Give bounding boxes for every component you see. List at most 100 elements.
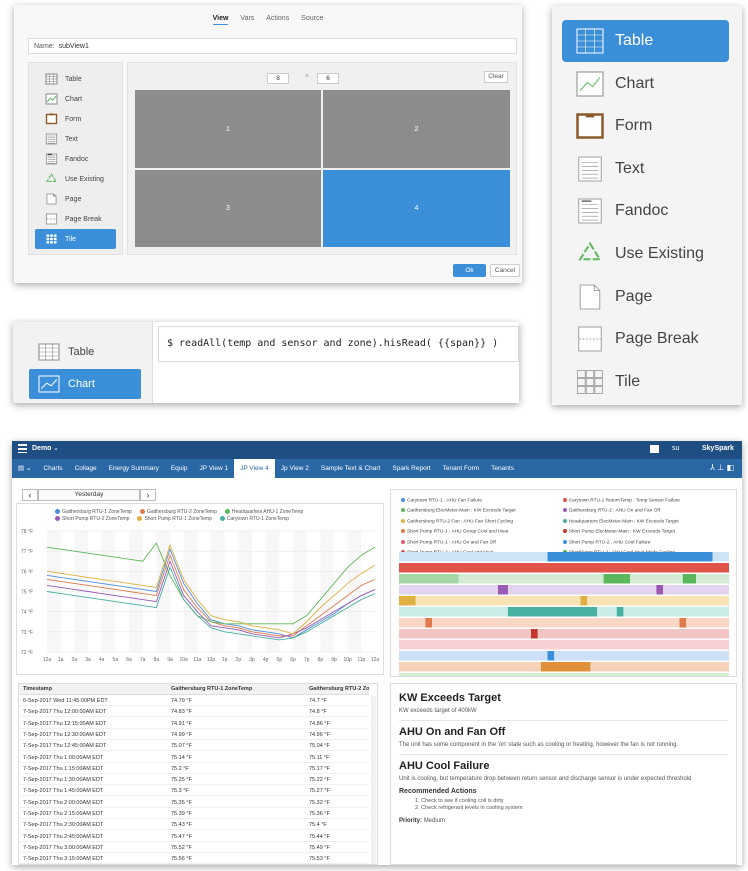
menu-icon[interactable] xyxy=(18,444,27,453)
table-row[interactable]: 7-Sep-2017 Thu 1:30:00AM EDT 75.25 °F 75.2… xyxy=(19,775,369,786)
name-field[interactable]: Name: subView1 xyxy=(28,38,517,54)
table-row[interactable]: 7-Sep-2017 Thu 2:30:00AM EDT 75.43 °F 75.4… xyxy=(19,820,369,831)
tab-source[interactable]: Source xyxy=(301,15,323,24)
tab-actions[interactable]: Actions xyxy=(266,15,289,24)
tile-1[interactable]: 1 xyxy=(135,90,321,168)
nav-tab-equip[interactable]: Equip xyxy=(165,459,194,478)
alarm-segment[interactable] xyxy=(507,607,597,617)
table-row[interactable]: 7-Sep-2017 Thu 12:00:00AM EDT 74.83 °F 74.… xyxy=(19,707,369,718)
zoom-menu-item-text[interactable]: Text xyxy=(562,148,729,190)
nav-tab-charts[interactable]: Charts xyxy=(37,459,68,478)
nav-tab-jp-view-4[interactable]: JP View 4 xyxy=(234,459,275,478)
alarm-segment[interactable] xyxy=(540,662,591,672)
table-row[interactable]: 7-Sep-2017 Thu 2:00:00AM EDT 75.35 °F 75.3… xyxy=(19,798,369,808)
alarm-segment[interactable] xyxy=(531,629,538,639)
zoom-menu-item-table[interactable]: Table xyxy=(562,20,729,62)
cancel-button[interactable]: Cancel xyxy=(490,264,520,277)
menu-item-use-existing[interactable]: Use Existing xyxy=(35,169,116,189)
table-row[interactable]: 7-Sep-2017 Thu 3:15:00AM EDT 75.56 °F 75.5… xyxy=(19,854,369,865)
zoom-menu-item-tile[interactable]: Tile xyxy=(562,361,729,403)
date-selector[interactable]: Yesterday xyxy=(38,489,140,501)
table-row[interactable]: 7-Sep-2017 Thu 1:45:00AM EDT 75.3 °F 75.27… xyxy=(19,786,369,797)
tool-icons[interactable]: ⅄ ⊥ ◧ xyxy=(710,463,734,472)
timeline-row xyxy=(399,585,729,595)
zoom-menu-item-chart[interactable]: Chart xyxy=(562,63,729,105)
alarm-segment[interactable] xyxy=(399,673,729,676)
clear-button[interactable]: Clear xyxy=(484,71,508,83)
zoom-menu-item-use-existing[interactable]: Use Existing xyxy=(562,233,729,275)
fandoc-icon xyxy=(45,153,58,165)
alarm-segment[interactable] xyxy=(580,596,588,606)
zoom-menu-item-page-break[interactable]: Page Break xyxy=(562,318,729,360)
table-row[interactable]: 7-Sep-2017 Thu 12:45:00AM EDT 75.07 °F 75.… xyxy=(19,741,369,752)
nav-tab-jp-view-2[interactable]: Jp View 2 xyxy=(275,459,315,478)
nav-tab-sample-text-chart[interactable]: Sample Text & Chart xyxy=(315,459,387,478)
table-row[interactable]: 7-Sep-2017 Thu 2:15:00AM EDT 75.39 °F 75.3… xyxy=(19,809,369,819)
alarm-segment[interactable] xyxy=(399,563,729,573)
nav-tab-tenants[interactable]: Tenants xyxy=(485,459,520,478)
column-header[interactable]: Gaithersburg RTU-1 ZoneTemp xyxy=(171,684,252,694)
date-prev-button[interactable]: ‹ xyxy=(22,489,38,501)
tab-vars[interactable]: Vars xyxy=(240,15,254,24)
table-cell: 75.25 °F xyxy=(171,777,192,784)
alarm-segment[interactable] xyxy=(679,618,687,628)
menu-item-chart[interactable]: Chart xyxy=(35,89,116,109)
app-menu-icon[interactable]: ▤ ⌄ xyxy=(12,459,37,478)
apps-icon[interactable] xyxy=(650,445,659,453)
column-header[interactable]: Timestamp xyxy=(23,684,52,694)
menu-item-page[interactable]: Page xyxy=(35,189,116,209)
zoom-menu-item-form[interactable]: Form xyxy=(562,105,729,147)
alarm-segment[interactable] xyxy=(603,574,630,584)
tile-3[interactable]: 3 xyxy=(135,170,321,247)
nav-tab-tenant-form[interactable]: Tenant Form xyxy=(437,459,486,478)
alarm-details: KW Exceeds Target KW exceeds target of 4… xyxy=(390,683,737,865)
menu-item-table[interactable]: Table xyxy=(35,69,116,89)
tab-view[interactable]: View xyxy=(212,15,229,25)
table-row[interactable]: 7-Sep-2017 Thu 12:30:00AM EDT 74.99 °F 74.… xyxy=(19,730,369,740)
query-expression[interactable]: $ readAll(temp and sensor and zone).hisR… xyxy=(158,326,519,362)
table-row[interactable]: 6-Sep-2017 Wed 11:45:00PM EDT 74.79 °F 74.… xyxy=(19,696,369,706)
alarm-segment[interactable] xyxy=(399,574,459,584)
nav-tab-collage[interactable]: Collage xyxy=(69,459,103,478)
user-name[interactable]: su xyxy=(672,445,679,452)
alarm-segment[interactable] xyxy=(425,618,432,628)
grid-scrollbar[interactable] xyxy=(371,696,376,864)
name-value: subView1 xyxy=(58,43,89,50)
project-name[interactable]: Demo xyxy=(32,445,51,452)
strip-menu-item-chart[interactable]: Chart xyxy=(29,369,141,399)
zoom-menu-item-fandoc[interactable]: Fandoc xyxy=(562,190,729,232)
menu-item-fandoc[interactable]: Fandoc xyxy=(35,149,116,169)
menu-item-page-break[interactable]: Page Break xyxy=(35,209,116,229)
nav-tab-jp-view-1[interactable]: JP View 1 xyxy=(193,459,234,478)
cols-input[interactable]: 6 xyxy=(317,73,339,84)
table-row[interactable]: 7-Sep-2017 Thu 1:00:00AM EDT 75.14 °F 75.1… xyxy=(19,753,369,763)
alarm-segment[interactable] xyxy=(399,596,416,606)
strip-menu-item-table[interactable]: Table xyxy=(29,337,141,367)
tile-4[interactable]: 4 xyxy=(323,170,510,247)
rows-input[interactable]: 8 xyxy=(267,73,289,84)
table-row[interactable]: 7-Sep-2017 Thu 3:00:00AM EDT 75.52 °F 75.4… xyxy=(19,843,369,853)
menu-item-tile[interactable]: Tile xyxy=(35,229,116,249)
date-next-button[interactable]: › xyxy=(140,489,156,501)
alarm-segment[interactable] xyxy=(498,585,508,595)
menu-item-text[interactable]: Text xyxy=(35,129,116,149)
menu-item-form[interactable]: Form xyxy=(35,109,116,129)
alarm-segment[interactable] xyxy=(656,585,663,595)
alarm-segment[interactable] xyxy=(547,552,713,562)
nav-tab-energy-summary[interactable]: Energy Summary xyxy=(103,459,165,478)
alarm-segment[interactable] xyxy=(547,651,555,661)
column-header[interactable]: Gaithersburg RTU-2 Zon xyxy=(309,684,369,694)
chart-icon xyxy=(38,375,60,393)
table-row[interactable]: 7-Sep-2017 Thu 1:15:00AM EDT 75.2 °F 75.17… xyxy=(19,764,369,774)
view-type-list-partial: Table Chart xyxy=(13,322,153,403)
nav-tab-spark-report[interactable]: Spark Report xyxy=(386,459,436,478)
table-cell: 75.39 °F xyxy=(171,811,192,817)
zoom-menu-item-page[interactable]: Page xyxy=(562,276,729,318)
alarm-segment[interactable] xyxy=(616,607,624,617)
ok-button[interactable]: Ok xyxy=(453,264,486,277)
table-row[interactable]: 7-Sep-2017 Thu 2:45:00AM EDT 75.47 °F 75.4… xyxy=(19,832,369,842)
alarm-segment[interactable] xyxy=(399,640,729,650)
alarm-segment[interactable] xyxy=(682,574,696,584)
tile-2[interactable]: 2 xyxy=(323,90,510,168)
table-row[interactable]: 7-Sep-2017 Thu 12:15:00AM EDT 74.91 °F 74.… xyxy=(19,719,369,729)
